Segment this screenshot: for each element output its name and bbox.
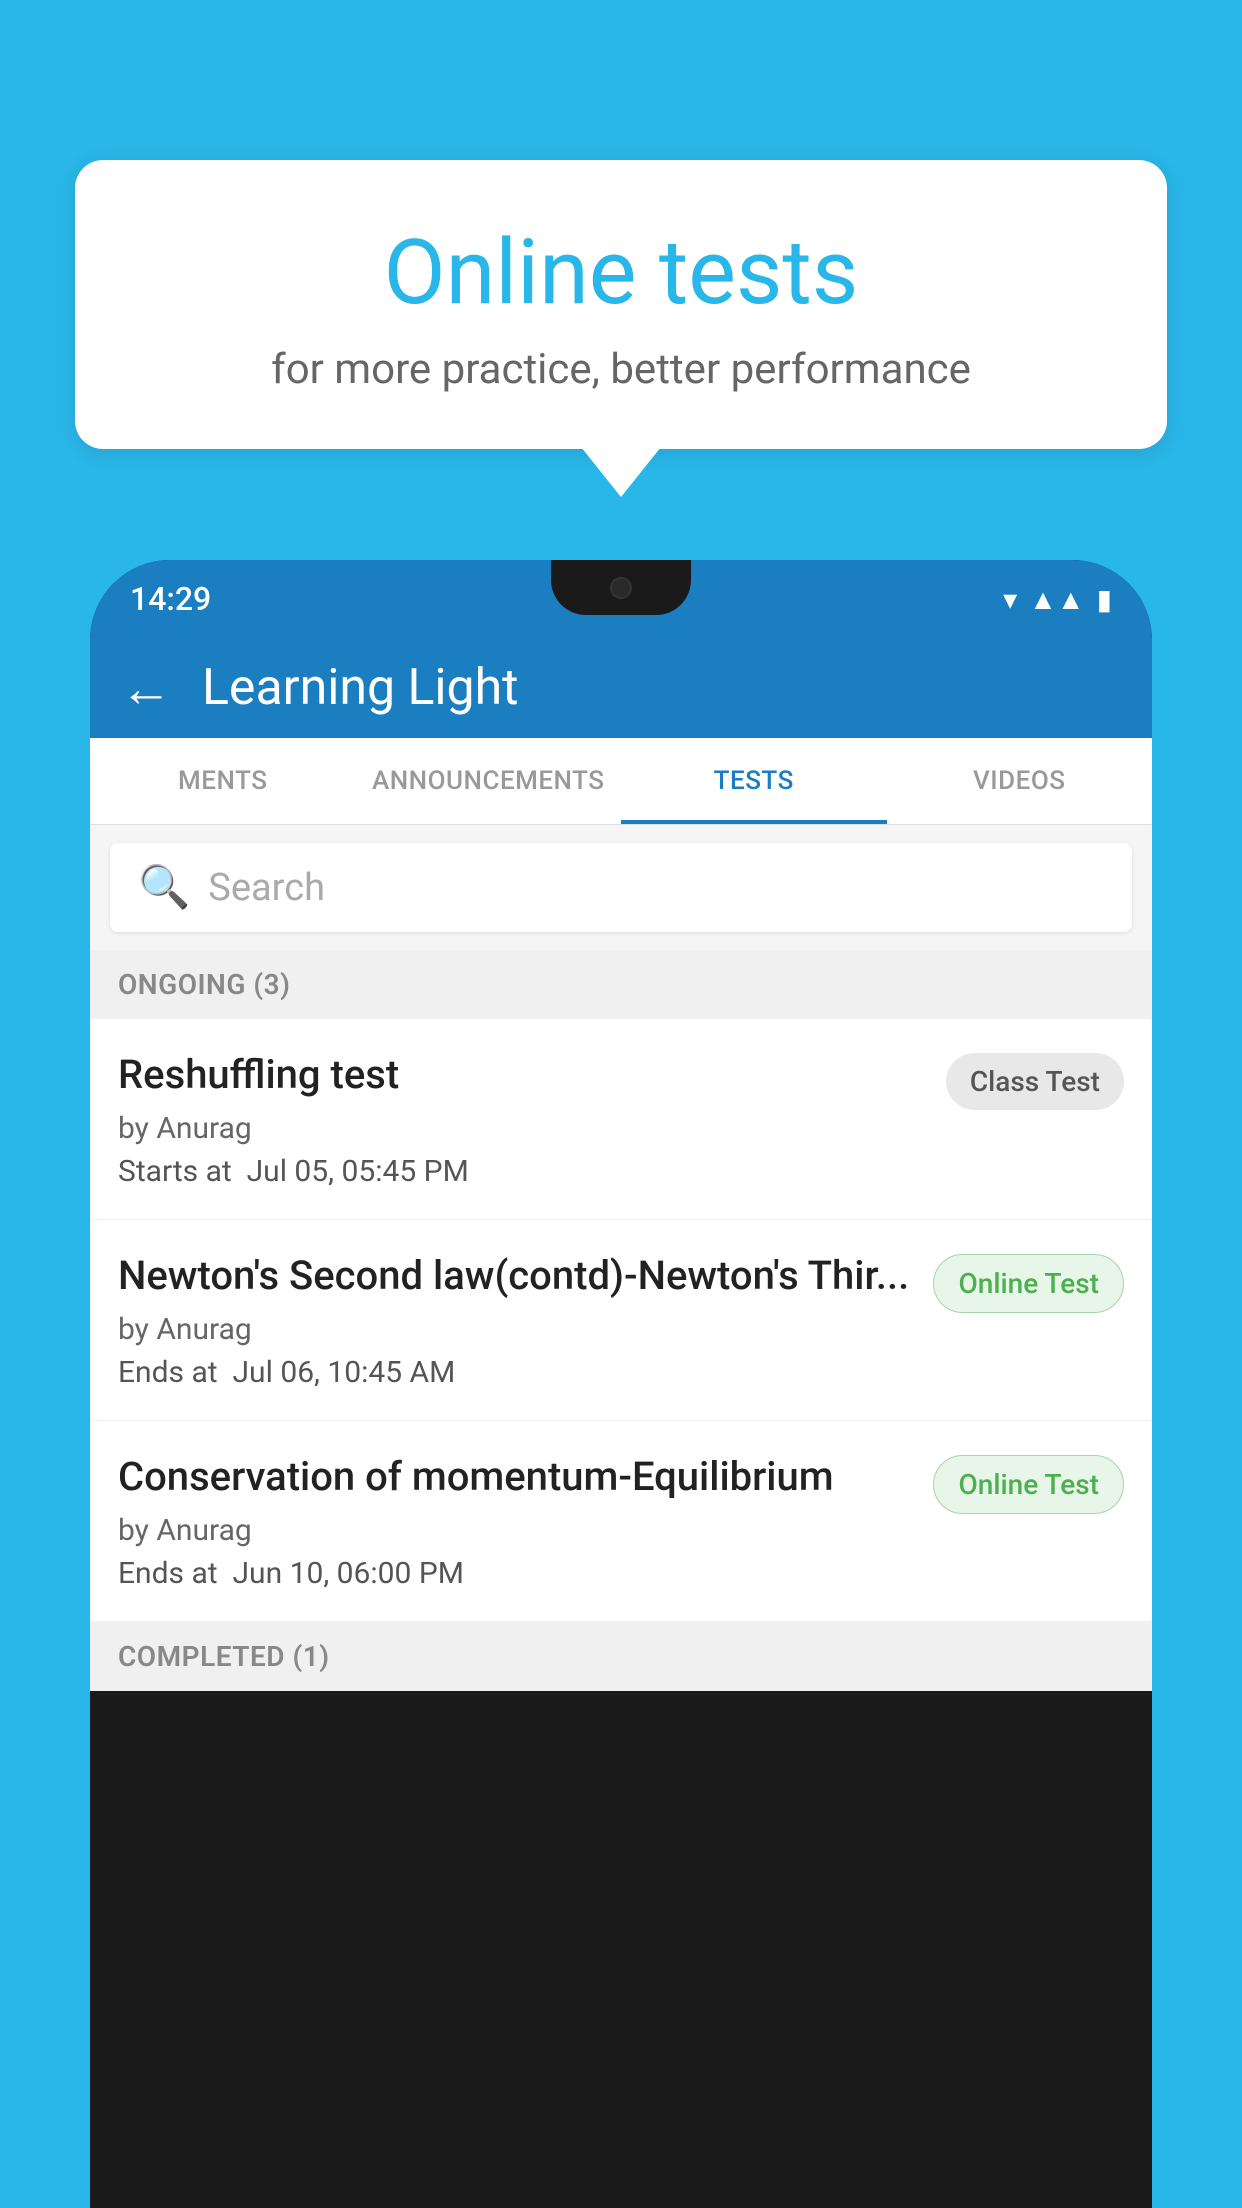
signal-icon: ▲▲ [1029,583,1084,616]
test-name-3: Conservation of momentum-Equilibrium [118,1451,913,1503]
test-name-2: Newton's Second law(contd)-Newton's Thir… [118,1250,913,1302]
badge-class-test-1: Class Test [946,1053,1124,1110]
speech-bubble: Online tests for more practice, better p… [75,160,1167,449]
test-time-2: Ends at Jul 06, 10:45 AM [118,1355,913,1390]
battery-icon: ▮ [1097,583,1112,616]
phone-frame: 14:29 ▾ ▲▲ ▮ ← Learning Light MENTS ANNO… [90,560,1152,2208]
test-info-1: Reshuffling test by Anurag Starts at Jul… [118,1049,926,1189]
search-icon: 🔍 [138,863,190,912]
tab-tests[interactable]: TESTS [621,738,887,824]
wifi-icon: ▾ [1003,583,1017,616]
camera [610,577,632,599]
test-item-1[interactable]: Reshuffling test by Anurag Starts at Jul… [90,1019,1152,1220]
test-time-3: Ends at Jun 10, 06:00 PM [118,1556,913,1591]
section-ongoing-header: ONGOING (3) [90,950,1152,1019]
app-title: Learning Light [202,659,519,717]
phone-notch [551,560,691,615]
test-author-1: by Anurag [118,1111,926,1146]
tab-ments[interactable]: MENTS [90,738,356,824]
tab-announcements[interactable]: ANNOUNCEMENTS [356,738,622,824]
test-author-3: by Anurag [118,1513,913,1548]
test-item-3[interactable]: Conservation of momentum-Equilibrium by … [90,1421,1152,1622]
search-bar[interactable]: 🔍 Search [110,843,1132,932]
status-bar: 14:29 ▾ ▲▲ ▮ [90,560,1152,638]
status-icons: ▾ ▲▲ ▮ [1003,583,1112,616]
bubble-title: Online tests [115,220,1127,325]
test-info-2: Newton's Second law(contd)-Newton's Thir… [118,1250,913,1390]
badge-online-test-3: Online Test [933,1455,1124,1514]
tab-videos[interactable]: VIDEOS [887,738,1153,824]
test-list: Reshuffling test by Anurag Starts at Jul… [90,1019,1152,1622]
bubble-subtitle: for more practice, better performance [115,345,1127,394]
section-completed-header: COMPLETED (1) [90,1622,1152,1691]
status-time: 14:29 [130,580,211,618]
test-item-2[interactable]: Newton's Second law(contd)-Newton's Thir… [90,1220,1152,1421]
app-header: ← Learning Light [90,638,1152,738]
badge-online-test-2: Online Test [933,1254,1124,1313]
test-name-1: Reshuffling test [118,1049,926,1101]
back-button[interactable]: ← [120,658,172,719]
test-info-3: Conservation of momentum-Equilibrium by … [118,1451,913,1591]
search-input[interactable]: Search [208,866,325,910]
search-container: 🔍 Search [90,825,1152,950]
tabs-bar: MENTS ANNOUNCEMENTS TESTS VIDEOS [90,738,1152,825]
test-time-1: Starts at Jul 05, 05:45 PM [118,1154,926,1189]
test-author-2: by Anurag [118,1312,913,1347]
